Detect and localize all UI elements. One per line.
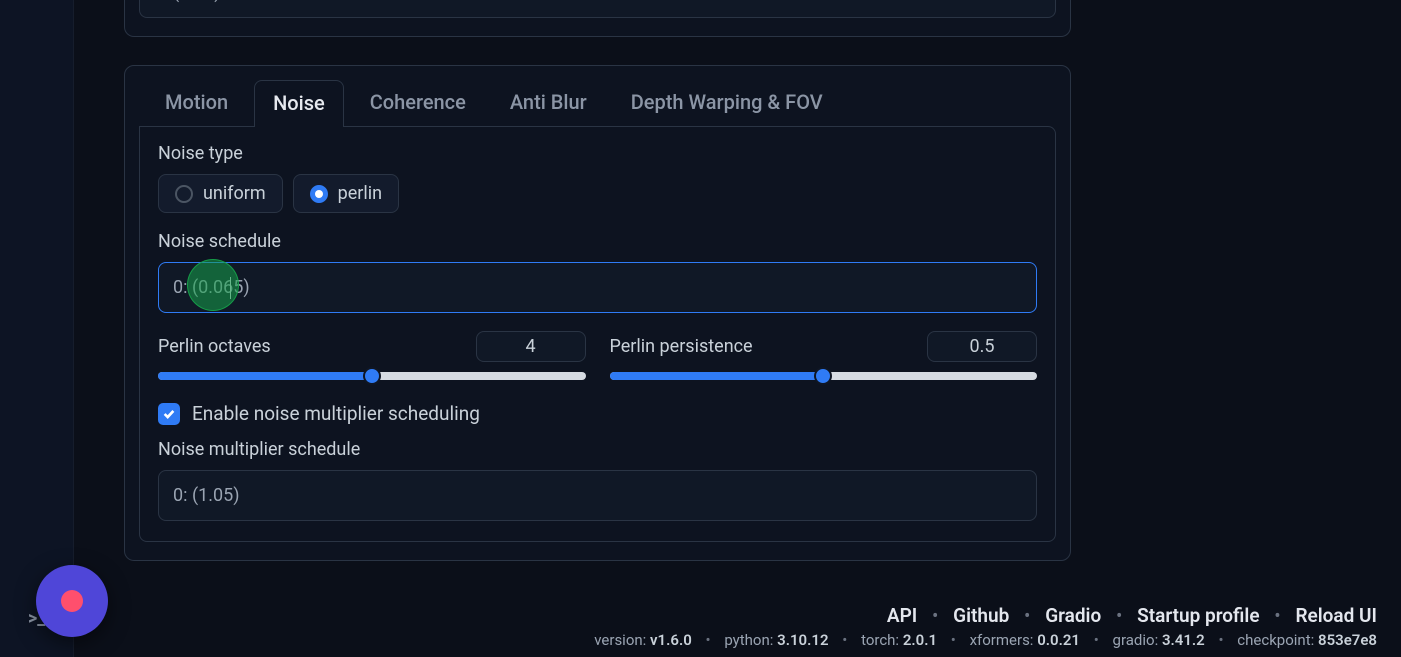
tab-motion[interactable]: Motion <box>147 80 246 127</box>
radio-perlin[interactable]: perlin <box>293 174 399 213</box>
footer-links: API • Github • Gradio • Startup profile … <box>98 604 1377 627</box>
noise-schedule-value: 0: (0.065) <box>173 277 250 298</box>
tab-depth-warping[interactable]: Depth Warping & FOV <box>613 80 841 127</box>
perlin-octaves-slider-group: Perlin octaves 4 <box>158 331 586 380</box>
noise-type-label: Noise type <box>158 143 1037 164</box>
enable-noise-multiplier-checkbox[interactable]: Enable noise multiplier scheduling <box>158 402 1037 425</box>
footer-link-gradio[interactable]: Gradio <box>1045 604 1101 627</box>
radio-uniform-label: uniform <box>203 183 266 204</box>
upper-schedule-input[interactable]: 0: (0.65) <box>139 0 1056 18</box>
noise-schedule-input[interactable]: 0: (0.065) <box>158 262 1037 313</box>
footer-link-startup-profile[interactable]: Startup profile <box>1137 604 1259 627</box>
record-button[interactable] <box>36 565 108 637</box>
enable-noise-multiplier-label: Enable noise multiplier scheduling <box>192 402 480 425</box>
noise-tab-body: Noise type uniform perlin Noise schedule… <box>139 126 1056 542</box>
perlin-persistence-slider[interactable] <box>610 372 1038 380</box>
record-icon <box>61 590 83 612</box>
footer-meta: version: v1.6.0 • python: 3.10.12 • torc… <box>98 631 1377 649</box>
perlin-persistence-value-input[interactable]: 0.5 <box>927 331 1037 362</box>
left-sidebar-strip: >_ <box>0 0 74 657</box>
tab-antiblur[interactable]: Anti Blur <box>492 80 605 127</box>
text-caret <box>230 277 231 299</box>
perlin-persistence-slider-group: Perlin persistence 0.5 <box>610 331 1038 380</box>
checkbox-checked-icon <box>158 403 180 425</box>
perlin-octaves-label: Perlin octaves <box>158 336 271 357</box>
perlin-persistence-label: Perlin persistence <box>610 336 753 357</box>
tab-noise[interactable]: Noise <box>254 80 344 127</box>
noise-schedule-label: Noise schedule <box>158 231 1037 252</box>
perlin-octaves-slider[interactable] <box>158 372 586 380</box>
footer: API • Github • Gradio • Startup profile … <box>74 594 1401 657</box>
settings-tabs: Motion Noise Coherence Anti Blur Depth W… <box>139 80 1056 127</box>
noise-settings-panel: Motion Noise Coherence Anti Blur Depth W… <box>124 65 1071 561</box>
perlin-octaves-value-input[interactable]: 4 <box>476 331 586 362</box>
noise-type-radio-group: uniform perlin <box>158 174 1037 213</box>
footer-link-reload-ui[interactable]: Reload UI <box>1295 604 1377 627</box>
noise-multiplier-schedule-label: Noise multiplier schedule <box>158 439 1037 460</box>
radio-uniform[interactable]: uniform <box>158 174 283 213</box>
outer-settings-panel: 0: (0.65) <box>124 0 1071 37</box>
footer-link-github[interactable]: Github <box>953 604 1009 627</box>
noise-multiplier-schedule-input[interactable]: 0: (1.05) <box>158 470 1037 521</box>
noise-multiplier-schedule-value: 0: (1.05) <box>173 485 239 506</box>
footer-link-api[interactable]: API <box>887 604 917 627</box>
radio-perlin-label: perlin <box>338 183 382 204</box>
tab-coherence[interactable]: Coherence <box>352 80 484 127</box>
